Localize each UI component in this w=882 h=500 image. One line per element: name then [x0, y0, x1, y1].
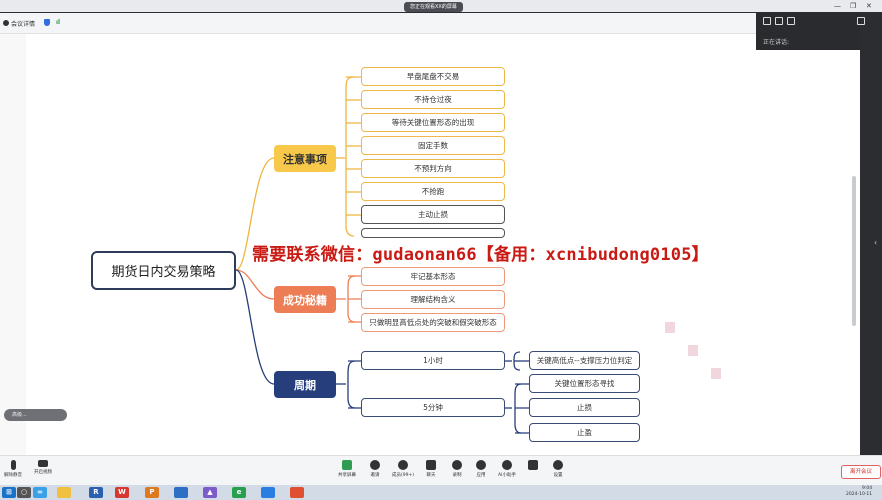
wps-icon[interactable]: W [115, 487, 129, 498]
app-2-icon[interactable] [174, 487, 188, 498]
leaf-tip-1[interactable]: 牢记基本形态 [361, 267, 505, 286]
category-timeframe[interactable]: 周期 [274, 371, 336, 398]
pixel-artifact [688, 345, 698, 356]
ai-assistant-button[interactable]: AI小助手 [494, 460, 520, 478]
leaf-tip-3[interactable]: 只做明显高低点处的突破和假突破形态 [361, 313, 505, 332]
meeting-toolbar: 解除静音 开启视频 共享屏幕 邀请 成员(99+) 聊天 录制 应用 AI小助手… [0, 455, 882, 485]
share-screen-button[interactable]: 共享屏幕 [334, 460, 360, 478]
leaf-note-partial [361, 228, 505, 238]
leave-meeting-button[interactable]: 离开会议 [841, 465, 881, 479]
leaf-5m-pattern[interactable]: 关键位置形态寻找 [529, 374, 640, 393]
start-icon[interactable]: ⊞ [2, 487, 16, 498]
floating-notice[interactable]: 高级... [4, 409, 67, 421]
apps-button[interactable]: 应用 [468, 460, 494, 478]
pixel-artifact [665, 322, 675, 333]
settings-button[interactable]: 设置 [545, 460, 571, 478]
leaf-1h-key-levels[interactable]: 关键高低点--支撑压力位判定 [529, 351, 640, 370]
os-taskbar: ⊞ ○ ∞ R W P ▲ e 9:04 2024-10-11 [0, 485, 882, 500]
app-3-icon[interactable]: ▲ [203, 487, 217, 498]
timeframe-5m[interactable]: 5分钟 [361, 398, 505, 417]
chat-button[interactable]: 聊天 [418, 460, 444, 478]
leaf-note-2[interactable]: 不持仓过夜 [361, 90, 505, 109]
leaf-note-4[interactable]: 固定手数 [361, 136, 505, 155]
category-success-tips[interactable]: 成功秘籍 [274, 286, 336, 313]
leaf-5m-stoploss[interactable]: 止损 [529, 398, 640, 417]
contact-watermark: 需要联系微信：gudaonan66【备用：xcnibudong0105】 [252, 245, 709, 265]
search-app-icon[interactable]: P [145, 487, 159, 498]
leaf-note-5[interactable]: 不预判方向 [361, 159, 505, 178]
ai-assistant-icon [502, 460, 512, 470]
meeting-app-icon[interactable] [261, 487, 275, 498]
add-user-icon [370, 460, 380, 470]
leaf-5m-takeprofit[interactable]: 止盈 [529, 423, 640, 442]
pixel-artifact [711, 368, 721, 379]
more-apps-button[interactable] [520, 460, 546, 470]
leaf-tip-2[interactable]: 理解结构含义 [361, 290, 505, 309]
grid-icon [528, 460, 538, 470]
app-icon[interactable]: ∞ [33, 487, 47, 498]
timeframe-1h[interactable]: 1小时 [361, 351, 505, 370]
r-app-icon[interactable]: R [89, 487, 103, 498]
office-icon[interactable] [290, 487, 304, 498]
browser-icon[interactable]: e [232, 487, 246, 498]
camera-icon [38, 460, 48, 467]
mindmap-root[interactable]: 期货日内交易策略 [91, 251, 236, 290]
leaf-note-7[interactable]: 主动止损 [361, 205, 505, 224]
folder-icon[interactable] [57, 487, 71, 498]
gear-icon [553, 460, 563, 470]
record-icon [452, 460, 462, 470]
search-icon[interactable]: ○ [17, 487, 31, 498]
system-clock[interactable]: 9:04 2024-10-11 [846, 486, 872, 498]
video-button[interactable]: 开启视频 [30, 460, 56, 475]
mute-button[interactable]: 解除静音 [0, 460, 26, 478]
record-button[interactable]: 录制 [444, 460, 470, 478]
chat-icon [426, 460, 436, 470]
category-notes[interactable]: 注意事项 [274, 145, 336, 172]
leaf-note-6[interactable]: 不抢跑 [361, 182, 505, 201]
members-button[interactable]: 成员(99+) [390, 460, 416, 478]
leaf-note-3[interactable]: 等待关键位置形态的出现 [361, 113, 505, 132]
members-icon [398, 460, 408, 470]
apps-icon [476, 460, 486, 470]
invite-button[interactable]: 邀请 [362, 460, 388, 478]
microphone-icon [10, 460, 16, 470]
share-screen-icon [342, 460, 352, 470]
leaf-note-1[interactable]: 早盘尾盘不交易 [361, 67, 505, 86]
